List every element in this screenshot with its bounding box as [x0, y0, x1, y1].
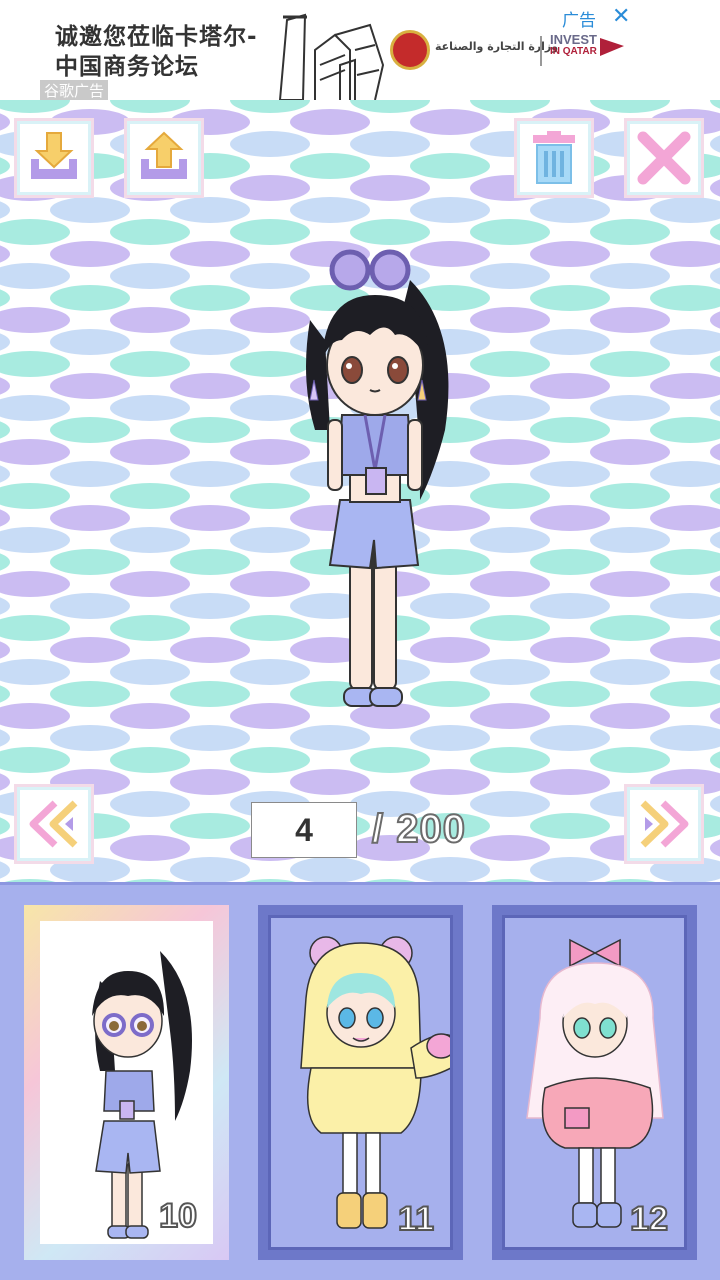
tower-illustration: [278, 13, 385, 100]
ad-close-button[interactable]: ✕: [612, 4, 630, 29]
card-number: 12: [629, 1199, 669, 1239]
close-button[interactable]: [624, 118, 704, 198]
upload-button[interactable]: [124, 118, 204, 198]
double-chevron-right-icon: [640, 800, 689, 848]
download-icon: [31, 132, 77, 179]
trash-icon: [533, 131, 575, 184]
ad-divider: [540, 36, 542, 66]
delete-button[interactable]: [514, 118, 594, 198]
character-card-10[interactable]: 10: [24, 905, 229, 1260]
character-preview: [306, 249, 449, 707]
upload-icon: [141, 131, 187, 179]
close-icon: [637, 131, 691, 185]
character-thumbnail: [300, 936, 450, 1229]
card-frame: 11: [268, 915, 453, 1250]
character-thumbnail: [92, 951, 192, 1239]
ad-brand-line2: IN QATAR: [550, 46, 597, 57]
ad-headline[interactable]: 诚邀您莅临卡塔尔-中国商务论坛: [55, 22, 275, 82]
ad-choices-label[interactable]: 广告: [562, 6, 596, 31]
character-thumbnail: [526, 938, 664, 1228]
ad-brand-arrow-icon: [600, 38, 624, 56]
card-number: 11: [397, 1199, 435, 1239]
dressup-stage: 4 / 200: [0, 100, 720, 882]
ad-google-label: 谷歌广告: [40, 80, 109, 100]
previous-button[interactable]: [14, 784, 94, 864]
ad-banner[interactable]: 诚邀您莅临卡塔尔-中国商务论坛 谷歌广告 وزارة التجارة والصن…: [0, 0, 720, 100]
character-tray: 10 11 12: [0, 882, 720, 1280]
page-number-input[interactable]: 4: [251, 802, 357, 858]
ad-brand: INVEST IN QATAR: [550, 32, 597, 58]
character-card-11[interactable]: 11: [258, 905, 463, 1260]
double-chevron-left-icon: [29, 800, 78, 848]
ad-brand-line1: INVEST: [550, 32, 597, 47]
card-frame: 12: [502, 915, 687, 1250]
page-total: / 200: [371, 806, 466, 852]
download-button[interactable]: [14, 118, 94, 198]
ministry-seal-icon: [390, 30, 430, 70]
next-button[interactable]: [624, 784, 704, 864]
character-card-12[interactable]: 12: [492, 905, 697, 1260]
card-frame: 10: [40, 921, 213, 1244]
card-number: 10: [158, 1196, 198, 1236]
